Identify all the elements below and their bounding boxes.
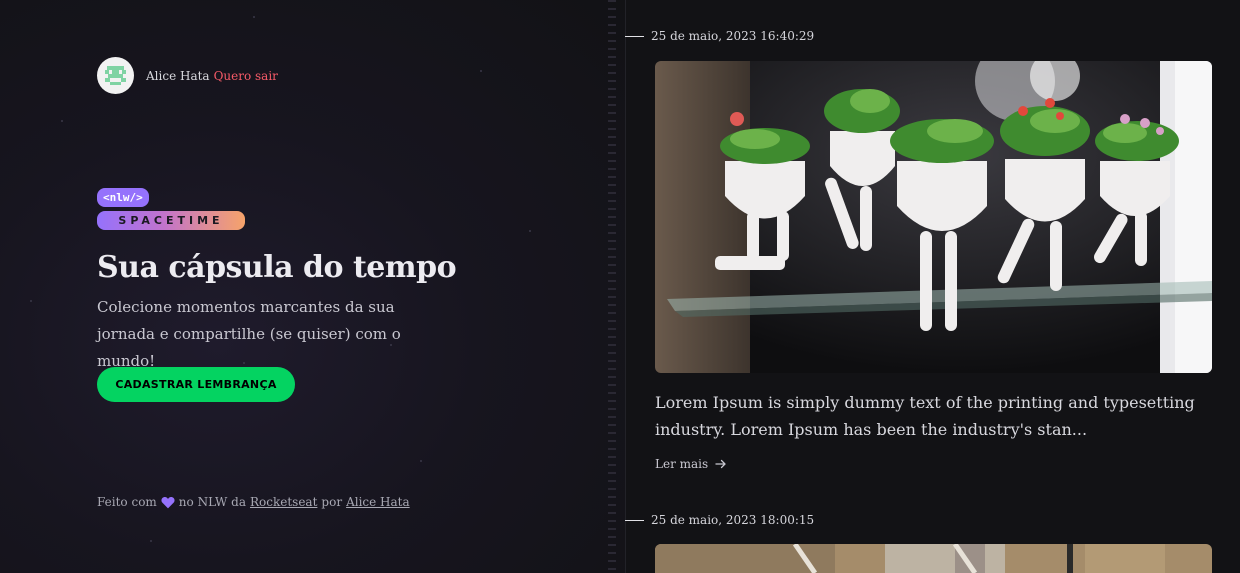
profile: Alice Hata Quero sair [97,57,278,94]
logo-spacetime-text: SPACETIME [97,211,245,230]
timeline-marker [625,520,644,521]
star-decoration [150,540,152,542]
user-name: Alice Hata [146,68,210,83]
memory-photo-image [655,544,1212,573]
memory-date: 25 de maio, 2023 18:00:15 [651,513,815,527]
star-decoration [253,16,255,18]
logo-nlw-tag: <nlw/> [97,188,149,207]
footer-by: por [321,495,343,509]
author-link[interactable]: Alice Hata [346,495,410,509]
read-more-link[interactable]: Ler mais [655,457,727,471]
timeline-marker [625,36,644,37]
memory-photo-image [655,61,1212,373]
rocketseat-link[interactable]: Rocketseat [250,495,317,509]
memory-photo [655,544,1212,573]
footer-made-with: Feito com [97,495,157,509]
star-decoration [61,120,63,122]
arrow-right-icon [715,459,727,469]
footer: Feito com no NLW da Rocketseat por Alice… [97,495,410,509]
hero-title: Sua cápsula do tempo [97,250,457,285]
stripes-decoration [608,0,616,573]
heart-icon [161,496,175,508]
memory-date: 25 de maio, 2023 16:40:29 [651,29,815,43]
memory-photo [655,61,1212,373]
hero-subtitle: Colecione momentos marcantes da sua jorn… [97,298,401,370]
star-decoration [480,70,482,72]
read-more-label: Ler mais [655,457,709,471]
register-memory-button[interactable]: CADASTRAR LEMBRANÇA [97,367,295,402]
footer-middle: no NLW da [178,495,246,509]
logout-link[interactable]: Quero sair [214,69,278,83]
star-decoration [30,300,32,302]
avatar[interactable] [97,57,134,94]
memory-excerpt: Lorem Ipsum is simply dummy text of the … [655,393,1195,439]
star-decoration [529,230,531,232]
profile-text: Alice Hata Quero sair [146,69,278,83]
left-panel: Alice Hata Quero sair <nlw/> SPACETIME Su… [0,0,625,573]
star-decoration [420,460,422,462]
nlw-spacetime-logo: <nlw/> SPACETIME [97,186,245,230]
avatar-identicon-icon [105,66,126,85]
panel-divider [625,0,626,573]
